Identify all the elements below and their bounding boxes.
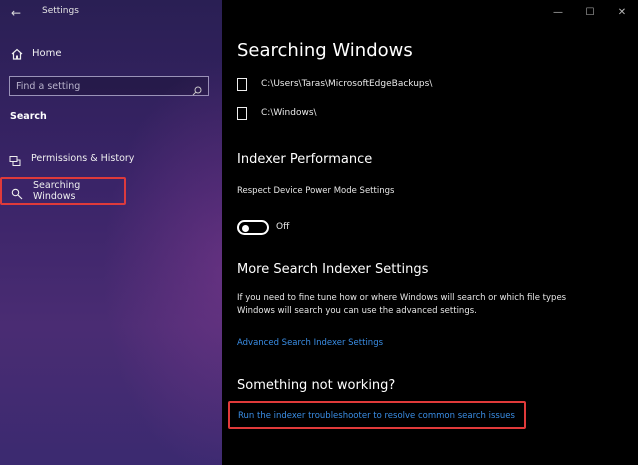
toggle-state-label: Off: [276, 222, 290, 232]
sidebar-item-label: Permissions & History: [31, 152, 135, 164]
sidebar-item-permissions-history[interactable]: Permissions & History: [0, 145, 200, 171]
advanced-indexer-settings-link[interactable]: Advanced Search Indexer Settings: [237, 338, 383, 348]
home-label: Home: [32, 47, 62, 59]
troubleshooter-highlight: Run the indexer troubleshooter to resolv…: [228, 401, 526, 429]
permissions-icon: [9, 152, 21, 166]
home-nav-item[interactable]: Home: [10, 44, 62, 62]
close-button[interactable]: ✕: [606, 0, 638, 24]
excluded-folder-item[interactable]: C:\Windows\: [237, 104, 317, 122]
folder-path: C:\Users\Taras\MicrosoftEdgeBackups\: [261, 79, 433, 89]
back-button[interactable]: ←: [6, 5, 26, 21]
maximize-button[interactable]: ☐: [574, 0, 606, 24]
search-placeholder: Find a setting: [16, 80, 81, 92]
not-working-heading: Something not working?: [237, 378, 396, 393]
sidebar-item-searching-windows[interactable]: Searching Windows: [0, 177, 126, 205]
run-troubleshooter-link[interactable]: Run the indexer troubleshooter to resolv…: [238, 411, 515, 421]
main-content: — ☐ ✕ Searching Windows C:\Users\Taras\M…: [222, 0, 638, 465]
folder-icon: [237, 77, 247, 91]
home-icon: [10, 46, 24, 60]
excluded-folder-item[interactable]: C:\Users\Taras\MicrosoftEdgeBackups\: [237, 75, 432, 93]
toggle-knob: [242, 224, 249, 232]
window-controls: — ☐ ✕: [542, 0, 638, 24]
search-icon: [11, 185, 23, 200]
more-settings-description: If you need to fine tune how or where Wi…: [237, 293, 567, 316]
sidebar: ← Settings Home Find a setting Search Pe…: [0, 0, 222, 465]
folder-icon: [237, 106, 247, 120]
app-title: Settings: [42, 6, 79, 16]
more-settings-heading: More Search Indexer Settings: [237, 262, 429, 277]
sidebar-item-label: Searching Windows: [33, 180, 81, 202]
find-setting-input[interactable]: Find a setting: [9, 76, 209, 96]
search-icon: [192, 81, 202, 96]
titlebar-left: ← Settings: [0, 0, 222, 26]
page-title: Searching Windows: [237, 40, 413, 61]
indexer-performance-heading: Indexer Performance: [237, 152, 373, 167]
section-heading-search: Search: [10, 111, 47, 122]
power-mode-setting-label: Respect Device Power Mode Settings: [237, 186, 395, 196]
power-mode-toggle[interactable]: [237, 220, 269, 235]
minimize-button[interactable]: —: [542, 0, 574, 24]
folder-path: C:\Windows\: [261, 108, 317, 118]
